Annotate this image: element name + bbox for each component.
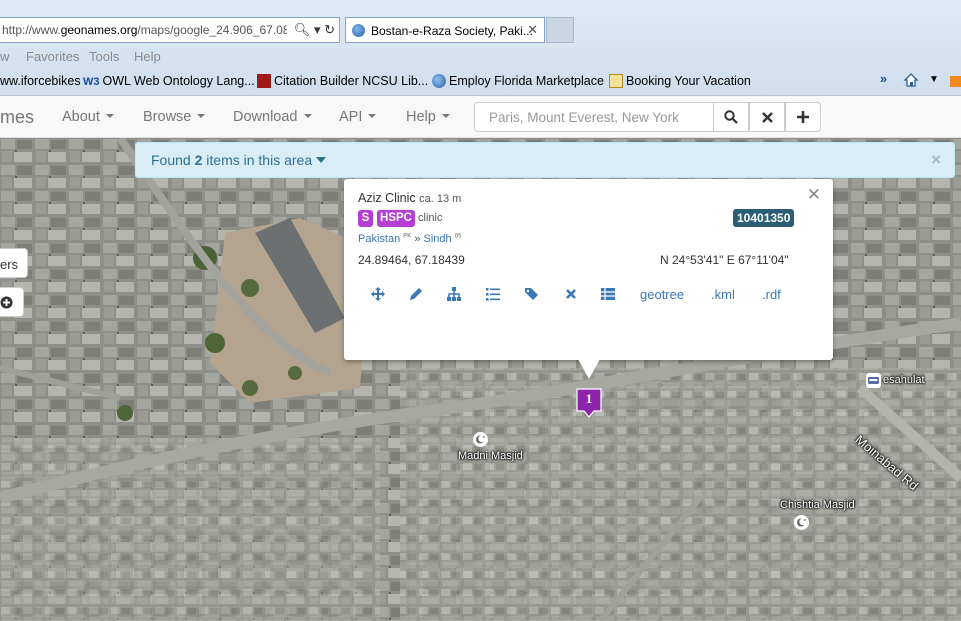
favorites-bar: ww.iforcebikes W3 OWL Web Ontology Lang..…: [0, 68, 961, 94]
home-dropdown-icon[interactable]: ▼: [929, 74, 939, 85]
menu-help[interactable]: Help: [134, 49, 161, 64]
feature-popup: ✕ Aziz Clinic ca. 13 m S HSPC clinic 104…: [344, 179, 833, 360]
tags-icon[interactable]: [524, 286, 542, 304]
nav-browse[interactable]: Browse: [143, 109, 206, 125]
nav-help[interactable]: Help: [406, 109, 450, 125]
close-alert-icon[interactable]: ×: [931, 150, 941, 170]
move-icon[interactable]: [370, 286, 388, 304]
menu-favorites[interactable]: Favorites: [26, 49, 79, 64]
caret-down-icon: [105, 114, 114, 118]
browser-tab[interactable]: Bostan-e-Raza Society, Paki... ✕: [345, 17, 545, 43]
layers-label: ers: [0, 257, 19, 272]
tab-favicon-icon: [352, 24, 365, 37]
search-icon: [724, 110, 738, 124]
rss-icon[interactable]: [950, 76, 961, 87]
favorite-employ-florida[interactable]: Employ Florida Marketplace: [432, 74, 604, 88]
delete-icon[interactable]: [563, 286, 581, 304]
edit-icon[interactable]: [408, 286, 426, 304]
results-alert: Found 2 items in this area ×: [135, 142, 955, 178]
list-icon[interactable]: [485, 286, 503, 304]
close-tab-icon[interactable]: ✕: [527, 22, 538, 38]
close-popup-icon[interactable]: ✕: [807, 185, 821, 205]
add-location-button[interactable]: [0, 287, 24, 317]
plus-icon: [797, 111, 809, 123]
search-input[interactable]: [474, 102, 714, 132]
home-icon[interactable]: [903, 72, 919, 88]
popup-pointer: [578, 359, 600, 379]
caret-down-icon: [368, 114, 377, 118]
site-navbar: mes About Browse Download API Help: [0, 96, 961, 138]
table-icon[interactable]: [600, 286, 618, 304]
feature-class-badge: S: [358, 210, 373, 227]
nav-about[interactable]: About: [62, 109, 114, 125]
favorites-overflow-icon[interactable]: »: [880, 72, 887, 86]
rdf-link[interactable]: .rdf: [762, 287, 781, 302]
poi-madni-masjid[interactable]: Madni Masjid: [458, 450, 523, 462]
globe-icon: [432, 74, 446, 88]
dropdown-icon[interactable]: ▾: [314, 22, 321, 37]
address-buttons: 🔍︎ ▾ ↻: [294, 22, 335, 38]
menu-tools[interactable]: Tools: [89, 49, 119, 64]
favorite-iforcebikes[interactable]: ww.iforcebikes: [0, 74, 81, 88]
country-link[interactable]: Pakistan: [358, 233, 400, 245]
site-brand[interactable]: mes: [0, 107, 34, 128]
citation-icon: [257, 74, 271, 88]
address-bar[interactable]: http://www.geonames.org/maps/google_24.9…: [0, 17, 340, 43]
feature-type: clinic: [418, 212, 443, 224]
favorite-owl[interactable]: W3 OWL Web Ontology Lang...: [83, 74, 255, 88]
map-marker[interactable]: 1: [576, 388, 602, 418]
nav-api[interactable]: API: [339, 109, 377, 125]
plus-circle-icon: [0, 296, 13, 309]
page-icon: [609, 74, 623, 88]
kml-link[interactable]: .kml: [711, 287, 735, 302]
admin1-link[interactable]: Sindh: [424, 233, 452, 245]
tab-title: Bostan-e-Raza Society, Paki...: [371, 24, 533, 38]
poi-chishtia-masjid[interactable]: Chishtia Masjid: [780, 499, 855, 511]
mosque-icon[interactable]: [794, 515, 809, 530]
clear-search-button[interactable]: [749, 102, 785, 132]
browser-chrome: http://www.geonames.org/maps/google_24.9…: [0, 0, 961, 96]
close-icon: [761, 111, 773, 123]
mosque-icon[interactable]: [473, 432, 488, 447]
w3c-icon: W3: [83, 76, 100, 88]
feature-elevation: ca. 13 m: [419, 193, 462, 205]
nav-download[interactable]: Download: [233, 109, 312, 125]
geonames-id-badge[interactable]: 10401350: [733, 209, 795, 227]
refresh-icon[interactable]: ↻: [324, 22, 335, 37]
poi-esahulat[interactable]: esahulat: [883, 374, 925, 386]
add-button[interactable]: [785, 102, 821, 132]
favorite-booking[interactable]: Booking Your Vacation: [609, 74, 751, 88]
feature-hierarchy: Pakistan PK » Sindh 05: [358, 233, 462, 245]
caret-down-icon: [441, 114, 450, 118]
address-text[interactable]: http://www.geonames.org/maps/google_24.9…: [2, 23, 287, 37]
menu-view[interactable]: w: [0, 49, 9, 64]
feature-dms: N 24°53'41" E 67°11'04": [660, 253, 789, 267]
marker-number: 1: [585, 391, 593, 406]
feature-name: Aziz Clinic ca. 13 m: [358, 191, 462, 205]
feature-coordinates: 24.89464, 67.18439: [358, 253, 465, 267]
caret-down-icon: [316, 157, 327, 163]
atm-icon[interactable]: [866, 373, 881, 388]
hierarchy-icon[interactable]: [446, 286, 464, 304]
caret-down-icon: [303, 114, 312, 118]
results-toggle[interactable]: Found 2 items in this area: [151, 152, 327, 168]
favorite-citation-builder[interactable]: Citation Builder NCSU Lib...: [257, 74, 428, 88]
caret-down-icon: [197, 114, 206, 118]
layers-button[interactable]: ers: [0, 248, 28, 278]
search-button[interactable]: [713, 102, 749, 132]
new-tab-button[interactable]: [546, 17, 574, 43]
feature-code-badge: HSPC: [377, 210, 415, 227]
geotree-link[interactable]: geotree: [640, 287, 684, 302]
search-icon[interactable]: 🔍︎: [294, 22, 311, 37]
